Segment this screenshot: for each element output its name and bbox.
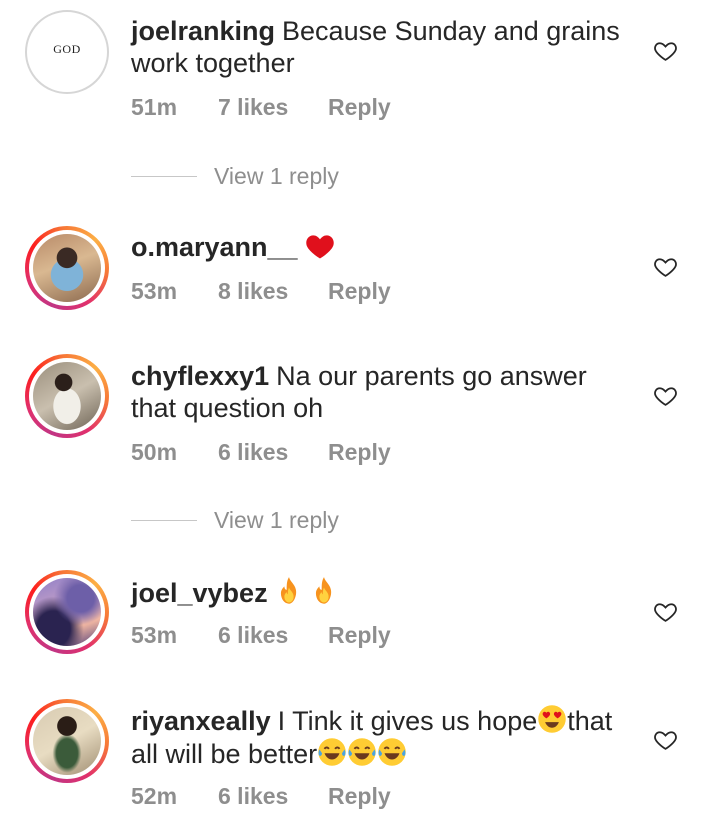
tears-of-joy-emoji xyxy=(348,738,376,766)
heart-outline-icon[interactable] xyxy=(653,254,678,279)
comment-meta: 53m 6 likes Reply xyxy=(131,622,391,649)
reply-button[interactable]: Reply xyxy=(328,278,391,305)
heart-outline-icon[interactable] xyxy=(653,383,678,408)
view-replies-label: View 1 reply xyxy=(214,506,339,533)
timestamp: 53m xyxy=(131,278,178,304)
fire-emoji xyxy=(316,577,332,604)
avatar[interactable] xyxy=(25,354,109,438)
tears-of-joy-emoji xyxy=(318,738,346,766)
timestamp: 53m xyxy=(131,622,178,648)
avatar[interactable] xyxy=(25,570,109,654)
view-replies-button[interactable]: View 1 reply xyxy=(131,161,339,191)
avatar[interactable]: GOD xyxy=(25,10,109,94)
view-replies-button[interactable]: View 1 reply xyxy=(131,505,339,535)
fire-emoji xyxy=(280,577,296,604)
username[interactable]: riyanxeally xyxy=(131,706,271,736)
timestamp: 51m xyxy=(131,94,178,120)
likes-count[interactable]: 6 likes xyxy=(218,622,328,649)
avatar-text: GOD xyxy=(53,42,81,56)
red-heart-emoji xyxy=(305,235,334,259)
view-replies-label: View 1 reply xyxy=(214,162,339,189)
comment-text: o.maryann__ xyxy=(131,231,631,263)
username[interactable]: joelranking xyxy=(131,16,275,46)
tears-of-joy-emoji xyxy=(378,738,406,766)
comment-text: riyanxeally I Tink it gives us hope that a… xyxy=(131,704,631,770)
reply-button[interactable]: Reply xyxy=(328,94,391,121)
timestamp: 52m xyxy=(131,783,178,809)
comment-meta: 52m 6 likes Reply xyxy=(131,783,391,810)
comment-meta: 53m 8 likes Reply xyxy=(131,278,391,305)
avatar-photo xyxy=(33,362,101,430)
reply-button[interactable]: Reply xyxy=(328,622,391,649)
reply-button[interactable]: Reply xyxy=(328,439,391,466)
username[interactable]: o.maryann__ xyxy=(131,232,298,262)
comment-text: joelranking Because Sunday and grains wor… xyxy=(131,15,631,79)
avatar-photo xyxy=(33,578,101,646)
reply-button[interactable]: Reply xyxy=(328,783,391,810)
heart-outline-icon[interactable] xyxy=(653,599,678,624)
heart-outline-icon[interactable] xyxy=(653,38,678,63)
username[interactable]: chyflexxy1 xyxy=(131,361,269,391)
heart-outline-icon[interactable] xyxy=(653,727,678,752)
avatar[interactable] xyxy=(25,226,109,310)
avatar-photo xyxy=(33,234,101,302)
username[interactable]: joel_vybez xyxy=(131,578,268,608)
avatar[interactable] xyxy=(25,699,109,783)
divider xyxy=(131,519,197,521)
timestamp: 50m xyxy=(131,439,178,465)
likes-count[interactable]: 6 likes xyxy=(218,783,328,810)
likes-count[interactable]: 8 likes xyxy=(218,278,328,305)
comment-meta: 50m 6 likes Reply xyxy=(131,439,391,466)
comment-text: joel_vybez xyxy=(131,576,631,609)
comment-body-part1: I Tink it gives us hope xyxy=(277,706,538,736)
comment-text: chyflexxy1 Na our parents go answer that … xyxy=(131,360,631,424)
divider xyxy=(131,175,197,177)
likes-count[interactable]: 7 likes xyxy=(218,94,328,121)
heart-eyes-emoji xyxy=(538,705,566,733)
comment-meta: 51m 7 likes Reply xyxy=(131,94,391,121)
likes-count[interactable]: 6 likes xyxy=(218,439,328,466)
avatar-photo xyxy=(33,707,101,775)
